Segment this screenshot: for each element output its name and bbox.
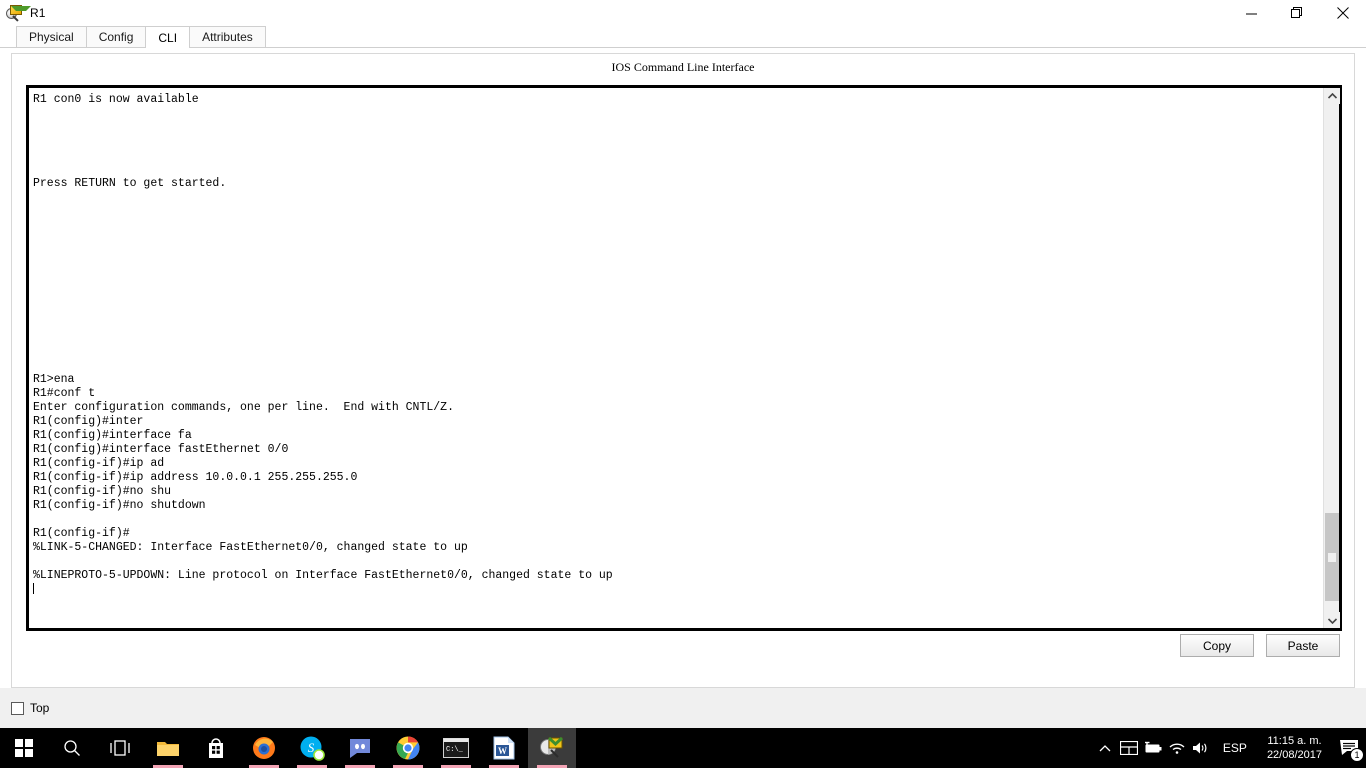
folder-icon xyxy=(157,742,179,756)
clock-date: 22/08/2017 xyxy=(1266,749,1322,761)
console-icon: C:\_ xyxy=(443,738,469,758)
terminal-caret xyxy=(33,583,34,594)
scrollbar-up-button[interactable] xyxy=(1324,88,1340,104)
search-icon xyxy=(64,740,80,756)
search-button[interactable] xyxy=(48,728,96,768)
microsoft-store-button[interactable] xyxy=(192,728,240,768)
command-prompt-button[interactable]: C:\_ xyxy=(432,728,480,768)
title-bar: R1 xyxy=(0,0,1366,26)
window-title: R1 xyxy=(30,6,46,20)
terminal-text: R1 con0 is now available Press RETURN to… xyxy=(33,93,613,582)
scrollbar-thumb[interactable] xyxy=(1325,513,1339,601)
minimize-button[interactable] xyxy=(1228,0,1274,26)
battery-tray-icon[interactable] xyxy=(1141,728,1165,768)
discord-button[interactable] xyxy=(336,728,384,768)
word-icon: W xyxy=(493,736,515,760)
tab-cli-label: CLI xyxy=(158,30,178,45)
volume-tray-icon[interactable] xyxy=(1189,728,1213,768)
skype-icon: S xyxy=(300,736,325,761)
tab-physical[interactable]: Physical xyxy=(16,26,87,47)
notification-center-button[interactable]: 1 xyxy=(1332,728,1366,768)
paste-button[interactable]: Paste xyxy=(1266,634,1340,657)
packet-tracer-button[interactable] xyxy=(528,728,576,768)
close-button[interactable] xyxy=(1320,0,1366,26)
svg-text:C:\_: C:\_ xyxy=(446,746,464,754)
restore-button[interactable] xyxy=(1274,0,1320,26)
task-view-icon xyxy=(110,740,130,756)
chevron-up-icon xyxy=(1099,744,1111,751)
cli-header-title: IOS Command Line Interface xyxy=(611,60,755,74)
notification-badge: 1 xyxy=(1350,748,1364,762)
tab-physical-label: Physical xyxy=(29,30,74,44)
chrome-icon xyxy=(396,736,420,760)
system-tray: ESP 11:15 a. m. 22/08/2017 1 xyxy=(1093,728,1366,768)
firefox-icon xyxy=(253,737,275,759)
action-center-tray-icon[interactable] xyxy=(1117,728,1141,768)
chrome-button[interactable] xyxy=(384,728,432,768)
skype-button[interactable]: S xyxy=(288,728,336,768)
tab-cli[interactable]: CLI xyxy=(145,26,191,48)
svg-text:W: W xyxy=(498,746,507,756)
windows-logo-icon xyxy=(15,739,33,757)
tab-config-label: Config xyxy=(98,30,134,44)
task-view-button[interactable] xyxy=(96,728,144,768)
show-hidden-icons-button[interactable] xyxy=(1093,728,1117,768)
language-indicator[interactable]: ESP xyxy=(1213,741,1257,755)
packet-tracer-router-icon xyxy=(6,5,31,22)
terminal-container: R1 con0 is now available Press RETURN to… xyxy=(26,85,1342,631)
start-button[interactable] xyxy=(0,728,48,768)
cli-panel: IOS Command Line Interface R1 con0 is no… xyxy=(11,53,1355,688)
firefox-button[interactable] xyxy=(240,728,288,768)
wifi-tray-icon[interactable] xyxy=(1165,728,1189,768)
copy-button[interactable]: Copy xyxy=(1180,634,1254,657)
discord-icon xyxy=(350,739,370,758)
clock[interactable]: 11:15 a. m. 22/08/2017 xyxy=(1257,728,1332,768)
tab-attributes[interactable]: Attributes xyxy=(189,26,266,47)
file-explorer-button[interactable] xyxy=(144,728,192,768)
terminal-scrollbar[interactable] xyxy=(1323,88,1340,628)
packet-tracer-icon xyxy=(540,736,564,758)
store-bag-icon xyxy=(209,738,223,758)
window-controls xyxy=(1228,0,1366,26)
top-checkbox[interactable] xyxy=(11,701,24,715)
terminal-output[interactable]: R1 con0 is now available Press RETURN to… xyxy=(29,88,1323,628)
scrollbar-down-button[interactable] xyxy=(1324,612,1340,628)
window-bottom-bar: Top xyxy=(0,688,1366,728)
packet-tracer-device-window: R1 Physical Config CLI Attributes IOS Co… xyxy=(0,0,1366,728)
device-tab-strip: Physical Config CLI Attributes xyxy=(0,26,1366,48)
windows-taskbar: S C:\_ W ESP 11:15 a. m. 22/08/2017 1 xyxy=(0,728,1366,768)
tab-attributes-label: Attributes xyxy=(202,30,253,44)
always-on-top-row[interactable]: Top xyxy=(11,701,49,715)
top-checkbox-label: Top xyxy=(30,701,50,715)
clipboard-button-row: Copy Paste xyxy=(1180,634,1340,657)
microsoft-word-button[interactable]: W xyxy=(480,728,528,768)
clock-time: 11:15 a. m. xyxy=(1267,735,1322,747)
tab-config[interactable]: Config xyxy=(85,26,147,47)
